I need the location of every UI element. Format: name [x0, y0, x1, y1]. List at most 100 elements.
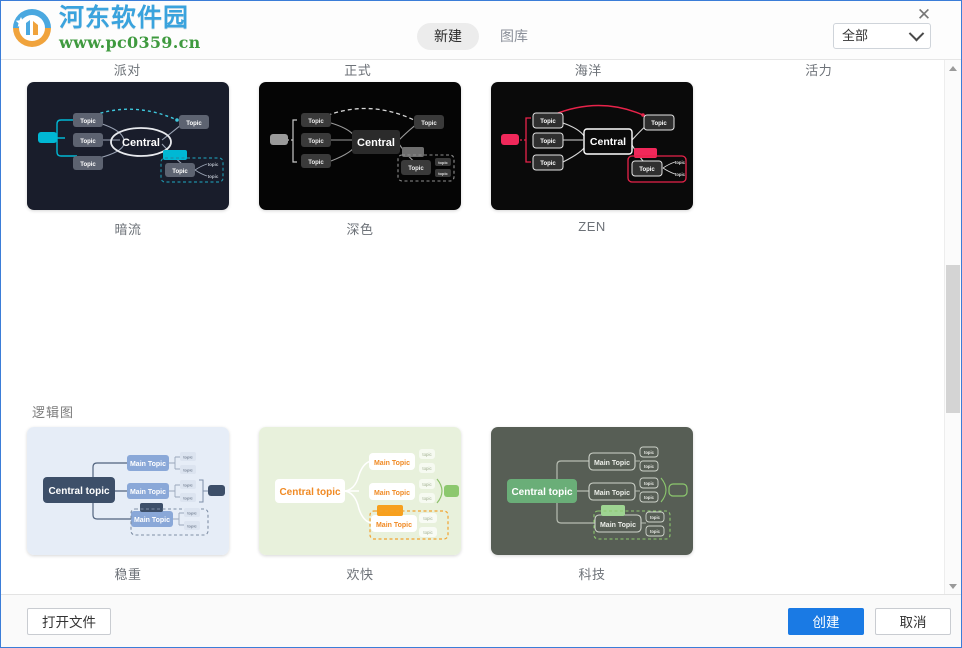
svg-text:Topic: Topic — [308, 119, 324, 125]
template-thumbnail-shense[interactable]: Central Topic Topic Topic Topic Topic to… — [259, 82, 461, 210]
svg-text:topic: topic — [422, 452, 432, 457]
section-title-logic: 逻辑图 — [32, 405, 75, 420]
svg-text:Topic: Topic — [408, 166, 424, 172]
svg-text:Topic: Topic — [308, 139, 324, 145]
template-caption: ZEN — [578, 219, 606, 234]
scrollbar-thumb[interactable] — [946, 265, 960, 413]
svg-text:Main Topic: Main Topic — [134, 517, 170, 524]
template-caption: 暗流 — [114, 222, 142, 237]
category-filter-value: 全部 — [842, 28, 869, 43]
svg-text:topic: topic — [650, 515, 661, 520]
template-thumbnail-zen[interactable]: Central Topic Topic Topic Topic Topic to… — [491, 82, 693, 210]
svg-text:Main Topic: Main Topic — [130, 489, 166, 496]
svg-text:Main Topic: Main Topic — [374, 460, 410, 467]
template-caption: 欢快 — [346, 567, 374, 582]
svg-text:topic: topic — [644, 495, 655, 500]
template-thumbnail-wenzhong[interactable]: Central topic Main Topic Main Topic Main… — [27, 427, 229, 555]
hedong-logo-icon — [9, 5, 55, 51]
empty-slot — [27, 252, 229, 380]
svg-text:Topic: Topic — [80, 162, 96, 168]
svg-text:Main Topic: Main Topic — [594, 460, 630, 467]
svg-text:Central topic: Central topic — [279, 487, 341, 498]
svg-text:Main Topic: Main Topic — [594, 490, 630, 497]
template-caption-ocean: 海洋 — [574, 63, 602, 78]
template-caption-partier: 派对 — [113, 63, 141, 78]
template-row-1: Central Topic Topic Topic Topic Topic to… — [27, 82, 919, 394]
svg-text:Topic: Topic — [651, 121, 667, 127]
svg-text:Topic: Topic — [540, 139, 556, 145]
template-card-shense[interactable]: Central Topic Topic Topic Topic Topic to… — [259, 82, 461, 248]
watermark-brand: 河东软件园 www.pc0359.cn — [9, 3, 201, 51]
svg-text:topic: topic — [644, 450, 655, 455]
svg-text:topic: topic — [183, 468, 193, 473]
svg-text:Main Topic: Main Topic — [600, 522, 636, 529]
template-thumbnail-huankuai[interactable]: Central topic Main Topic Main Topic Main… — [259, 427, 461, 555]
clipped-caption-row-top: 派对 正式 海洋 活力 — [27, 60, 919, 82]
create-button[interactable]: 创建 — [788, 607, 864, 635]
template-caption-vitality: 活力 — [805, 63, 833, 78]
svg-text:topic: topic — [675, 172, 686, 177]
template-caption: 科技 — [578, 567, 606, 582]
template-card-zen[interactable]: Central Topic Topic Topic Topic Topic to… — [491, 82, 693, 248]
svg-text:topic: topic — [438, 160, 448, 165]
template-thumbnail-anliu[interactable]: Central Topic Topic Topic Topic Topic to… — [27, 82, 229, 210]
template-card-keji[interactable]: Central topic Main Topic Main Topic Main… — [491, 427, 693, 593]
svg-text:topic: topic — [675, 160, 686, 165]
svg-text:Central: Central — [590, 136, 626, 148]
svg-text:Topic: Topic — [186, 121, 202, 127]
svg-text:topic: topic — [438, 171, 448, 176]
svg-text:topic: topic — [187, 524, 197, 529]
svg-text:topic: topic — [422, 496, 432, 501]
template-row-2: Central topic Main Topic Main Topic Main… — [27, 427, 919, 594]
template-grid-container: 派对 正式 海洋 活力 Central Topic Topic Topic To… — [1, 60, 945, 594]
svg-text:topic: topic — [423, 530, 433, 535]
category-filter-select[interactable]: 全部 — [833, 23, 931, 49]
template-scroll-area: 派对 正式 海洋 活力 Central Topic Topic Topic To… — [1, 60, 945, 594]
svg-text:Central topic: Central topic — [511, 487, 573, 498]
svg-text:topic: topic — [183, 483, 193, 488]
cancel-button[interactable]: 取消 — [875, 607, 951, 635]
close-icon[interactable]: ✕ — [913, 5, 935, 25]
svg-text:topic: topic — [644, 464, 655, 469]
svg-text:topic: topic — [644, 481, 655, 486]
template-caption: 稳重 — [114, 567, 142, 582]
svg-text:topic: topic — [423, 516, 433, 521]
new-mindmap-dialog: 河东软件园 www.pc0359.cn 新建 图库 全部 ✕ 派对 正式 海洋 … — [0, 0, 962, 648]
svg-text:topic: topic — [422, 482, 432, 487]
scroll-up-arrow-icon[interactable] — [945, 60, 961, 76]
svg-text:Topic: Topic — [540, 119, 556, 125]
svg-text:Main Topic: Main Topic — [130, 461, 166, 468]
svg-text:Topic: Topic — [80, 119, 96, 125]
dialog-header: 河东软件园 www.pc0359.cn 新建 图库 全部 ✕ — [1, 1, 961, 60]
svg-text:Topic: Topic — [540, 161, 556, 167]
svg-text:topic: topic — [183, 455, 193, 460]
template-browser: 派对 正式 海洋 活力 Central Topic Topic Topic To… — [1, 60, 961, 595]
svg-text:Topic: Topic — [80, 139, 96, 145]
template-caption: 深色 — [346, 222, 374, 237]
svg-text:Central: Central — [122, 137, 160, 149]
svg-text:Topic: Topic — [172, 169, 188, 175]
template-card-wenzhong[interactable]: Central topic Main Topic Main Topic Main… — [27, 427, 229, 593]
svg-text:topic: topic — [208, 162, 219, 167]
svg-text:Topic: Topic — [421, 121, 437, 127]
svg-text:topic: topic — [208, 174, 219, 179]
svg-text:topic: topic — [183, 496, 193, 501]
svg-text:topic: topic — [650, 529, 661, 534]
template-card-huankuai[interactable]: Central topic Main Topic Main Topic Main… — [259, 427, 461, 593]
template-thumbnail-keji[interactable]: Central topic Main Topic Main Topic Main… — [491, 427, 693, 555]
chevron-down-icon — [908, 25, 925, 41]
scroll-down-arrow-icon[interactable] — [945, 578, 961, 594]
tab-gallery[interactable]: 图库 — [483, 23, 545, 50]
template-card-empty — [27, 252, 229, 390]
svg-text:Topic: Topic — [308, 160, 324, 166]
svg-text:topic: topic — [422, 466, 432, 471]
open-file-button[interactable]: 打开文件 — [27, 607, 111, 635]
tab-new[interactable]: 新建 — [417, 23, 479, 50]
vertical-scrollbar[interactable] — [944, 60, 961, 594]
template-card-anliu[interactable]: Central Topic Topic Topic Topic Topic to… — [27, 82, 229, 248]
svg-text:Central topic: Central topic — [48, 486, 110, 497]
brand-url: www.pc0359.cn — [59, 33, 201, 52]
svg-text:Central: Central — [357, 137, 395, 149]
svg-text:Topic: Topic — [639, 167, 655, 173]
svg-text:Main Topic: Main Topic — [376, 522, 412, 529]
